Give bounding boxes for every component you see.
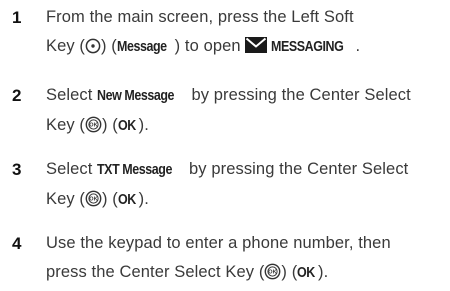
step-line: From the main screen, press the Left Sof… — [46, 8, 354, 26]
text-segment: ) ( — [281, 263, 298, 281]
text-segment: Select — [46, 86, 98, 104]
step-line: press the Center Select Key (OK) (OK). — [46, 258, 446, 288]
text-segment: Select — [46, 160, 98, 178]
text-segment: ) ( — [101, 37, 117, 55]
key-label-ok: OK — [117, 192, 136, 208]
soft-key-icon — [85, 38, 101, 54]
step-line: Key ( ) (Message ) to open MESSAGING. — [46, 32, 446, 62]
option-label-txt-message: TXT Message — [97, 162, 173, 178]
instruction-steps: 1 From the main screen, press the Left S… — [0, 0, 450, 291]
text-segment: Key ( — [46, 190, 86, 208]
step-number: 2 — [12, 86, 22, 105]
step-number: 4 — [12, 234, 22, 253]
text-segment: by pressing the Center Select — [184, 160, 409, 178]
ok-key-icon: OK — [85, 116, 102, 133]
step-line: Key (OK) (OK). — [46, 111, 446, 141]
text-segment: Key ( — [46, 37, 86, 55]
step-text: Select TXT Message by pressing the Cente… — [46, 155, 446, 215]
key-label-message: Message — [116, 39, 167, 55]
text-segment: ) ( — [102, 190, 118, 208]
text-segment: by pressing the Center Select — [186, 86, 411, 104]
svg-text:OK: OK — [89, 197, 97, 203]
svg-text:OK: OK — [89, 123, 97, 129]
text-segment: ). — [138, 116, 149, 134]
svg-text:OK: OK — [269, 270, 277, 276]
ok-key-icon: OK — [265, 263, 281, 280]
step-line: Key (OK) (OK). — [46, 185, 446, 215]
text-segment: Key ( — [46, 116, 86, 134]
text-segment: ). — [318, 263, 329, 281]
step-line: Select TXT Message by pressing the Cente… — [46, 155, 446, 185]
step-line: Select New Message by pressing the Cente… — [46, 81, 446, 111]
step-number: 3 — [12, 160, 22, 179]
step-number: 1 — [12, 8, 22, 27]
text-segment: press the Center Select Key ( — [46, 263, 265, 281]
envelope-icon — [245, 37, 268, 53]
text-segment: . — [355, 37, 361, 55]
ok-key-icon: OK — [85, 190, 102, 207]
option-label-new-message: New Message — [97, 88, 175, 104]
step-text: Use the keypad to enter a phone number, … — [46, 229, 446, 288]
key-label-ok: OK — [117, 118, 136, 134]
text-segment: ) to open — [174, 37, 246, 55]
menu-label-messaging: MESSAGING — [271, 39, 344, 55]
step-text: Select New Message by pressing the Cente… — [46, 81, 446, 141]
step-line: Use the keypad to enter a phone number, … — [46, 234, 391, 252]
text-segment: ) ( — [102, 116, 118, 134]
text-segment: ). — [138, 190, 149, 208]
step-text: From the main screen, press the Left Sof… — [46, 3, 446, 62]
key-label-ok: OK — [297, 265, 316, 281]
